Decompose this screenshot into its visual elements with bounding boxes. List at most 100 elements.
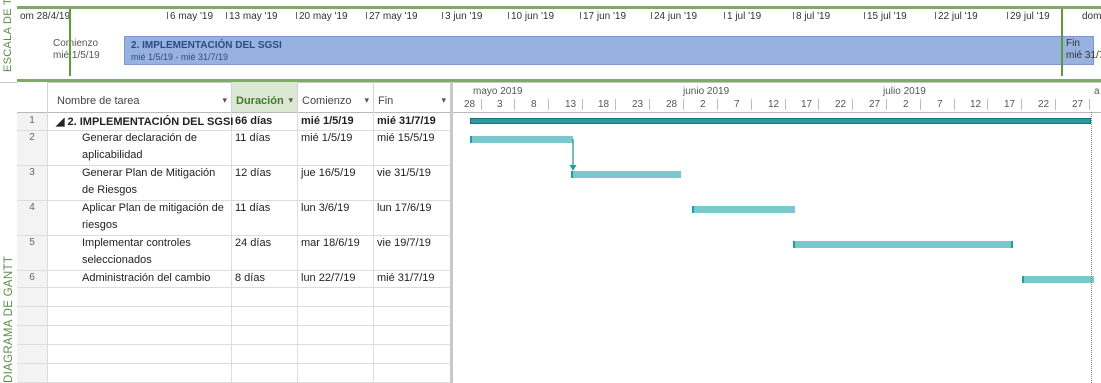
row-divider — [17, 200, 450, 201]
gantt-day-separator — [514, 99, 515, 110]
column-header-name[interactable]: Nombre de tarea ▾ — [48, 82, 232, 112]
timeline-tick — [366, 12, 367, 19]
column-header-start[interactable]: Comienzo ▾ — [298, 82, 374, 112]
row-divider — [17, 270, 450, 271]
row-number: 1 — [29, 115, 35, 126]
task-end: mié 31/7/19 — [377, 115, 436, 127]
chevron-down-icon[interactable]: ▾ — [222, 95, 227, 106]
timeline-tick — [864, 12, 865, 19]
timeline-side-label: ESCALA DE T — [2, 0, 14, 72]
gantt-month-label: a — [1094, 86, 1100, 97]
gantt-day-separator — [852, 99, 853, 110]
row-divider — [17, 165, 450, 166]
task-name-line2: de Riesgos — [82, 184, 138, 196]
gantt-day-label: 2 — [700, 99, 706, 110]
column-header-duration[interactable]: Duración ▾ — [232, 82, 298, 112]
gantt-day-separator — [987, 99, 988, 110]
column-header-end[interactable]: Fin ▾ — [374, 82, 451, 112]
timeline-start-marker — [69, 9, 71, 76]
timeline-date-label: 10 jun '19 — [511, 11, 555, 22]
timeline-comienzo-label: Comienzo — [53, 38, 99, 49]
task-end: vie 31/5/19 — [377, 167, 431, 179]
gantt-day-separator — [548, 99, 549, 110]
row-divider — [17, 287, 450, 288]
timeline-view[interactable]: om 28/4/19 dom 6 may '19 13 may '19 20 may… — [17, 0, 1101, 82]
gantt-day-label: 17 — [1004, 99, 1016, 110]
gantt-day-separator — [785, 99, 786, 110]
timeline-tick — [508, 12, 509, 19]
task-bar-2[interactable] — [470, 136, 573, 143]
chevron-down-icon[interactable]: ▾ — [288, 95, 293, 106]
timeline-tick — [580, 12, 581, 19]
summary-gantt-bar[interactable] — [470, 118, 1091, 124]
task-duration: 24 días — [235, 237, 272, 249]
timeline-date-label: 17 jun '19 — [583, 11, 627, 22]
timeline-date-label: 24 jun '19 — [654, 11, 698, 22]
task-start: mié 1/5/19 — [301, 115, 354, 127]
task-end: mié 15/5/19 — [377, 132, 435, 144]
gantt-day-label: 28 — [666, 99, 678, 110]
timeline-tick — [442, 12, 443, 19]
timeline-end-date: dom — [1082, 11, 1101, 22]
task-start: mié 1/5/19 — [301, 132, 353, 144]
gantt-month-label: julio 2019 — [883, 86, 926, 97]
task-name: ◢ 2. IMPLEMENTACIÓN DEL SGSI — [56, 116, 234, 128]
gantt-day-label: 27 — [1072, 99, 1084, 110]
gantt-day-separator — [481, 99, 482, 110]
timeline-start-date: om 28/4/19 — [20, 11, 71, 22]
gantt-day-label: 22 — [835, 99, 847, 110]
chevron-down-icon[interactable]: ▾ — [441, 95, 446, 106]
timeline-bar-dates: mié 1/5/19 - mié 31/7/19 — [131, 52, 229, 62]
col-divider — [231, 112, 232, 383]
task-bar-3[interactable] — [571, 171, 681, 178]
column-start-label: Comienzo — [302, 95, 352, 107]
row-number: 6 — [29, 272, 35, 283]
row-divider — [17, 306, 450, 307]
timeline-date-label: 1 jul '19 — [727, 11, 762, 22]
row-number: 5 — [29, 237, 35, 248]
gantt-day-separator — [615, 99, 616, 110]
task-bar-4[interactable] — [692, 206, 795, 213]
timeline-tick — [935, 12, 936, 19]
task-name: Generar declaración de — [82, 132, 197, 144]
task-duration: 12 días — [235, 167, 272, 179]
gantt-day-separator — [649, 99, 650, 110]
gantt-day-label: 13 — [565, 99, 577, 110]
gantt-day-separator — [920, 99, 921, 110]
timeline-bar-title: 2. IMPLEMENTACIÓN DEL SGSI — [131, 40, 282, 51]
gantt-day-label: 27 — [869, 99, 881, 110]
timeline-tick — [724, 12, 725, 19]
task-start: lun 3/6/19 — [301, 202, 350, 214]
task-bar-6[interactable] — [1022, 276, 1094, 283]
gantt-day-separator — [1055, 99, 1056, 110]
task-end: mié 31/7/19 — [377, 272, 435, 284]
timeline-fin-label: Fin — [1066, 38, 1080, 49]
row-divider — [17, 325, 450, 326]
task-name-line2: aplicabilidad — [82, 149, 143, 161]
timeline-date-label: 20 may '19 — [299, 11, 348, 22]
timeline-tick — [296, 12, 297, 19]
gantt-day-separator — [582, 99, 583, 110]
timeline-tick — [167, 12, 168, 19]
task-name: Administración del cambio — [82, 272, 211, 284]
gantt-month-label: junio 2019 — [683, 86, 730, 97]
task-name: Generar Plan de Mitigación — [82, 167, 216, 179]
col-divider — [47, 112, 48, 383]
timeline-summary-bar[interactable]: 2. IMPLEMENTACIÓN DEL SGSI mié 1/5/19 - … — [124, 36, 1094, 65]
task-duration: 8 días — [235, 272, 265, 284]
task-end: vie 19/7/19 — [377, 237, 431, 249]
timeline-date-label: 3 jun '19 — [445, 11, 483, 22]
timeline-date-label: 29 jul '19 — [1010, 11, 1050, 22]
timeline-tick — [1007, 12, 1008, 19]
gantt-day-separator — [1089, 99, 1090, 110]
task-duration: 66 días — [235, 115, 273, 127]
task-duration: 11 días — [235, 132, 271, 144]
grid-gantt-splitter[interactable] — [450, 82, 453, 383]
task-start: jue 16/5/19 — [301, 167, 356, 179]
task-bar-5[interactable] — [793, 241, 1013, 248]
task-duration: 11 días — [235, 202, 271, 214]
gantt-day-label: 18 — [598, 99, 610, 110]
timeline-tick — [793, 12, 794, 19]
chevron-down-icon[interactable]: ▾ — [364, 95, 369, 106]
gantt-day-label: 8 — [531, 99, 537, 110]
